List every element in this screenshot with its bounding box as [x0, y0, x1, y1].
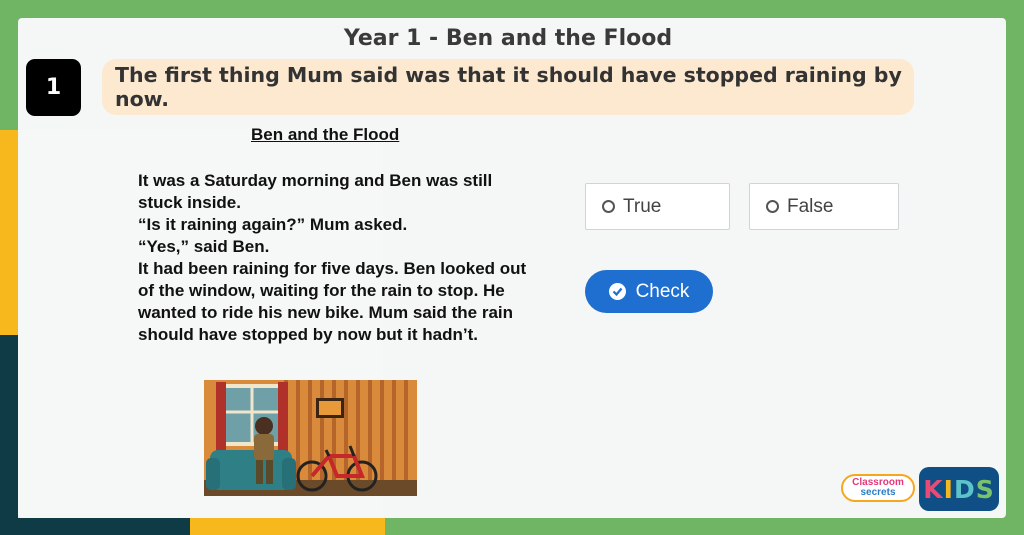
answer-false-label: False	[787, 195, 834, 217]
story-illustration	[204, 380, 417, 496]
logo-text-secrets: secrets	[860, 487, 896, 498]
story-line: It was a Saturday morning and Ben was st…	[138, 171, 493, 212]
radio-empty-icon[interactable]	[602, 200, 615, 213]
page-title: Year 1 - Ben and the Flood	[343, 26, 673, 51]
answer-false-option[interactable]: False	[749, 183, 899, 230]
check-button-label: Check	[635, 280, 690, 302]
check-button[interactable]: Check	[585, 270, 713, 313]
kids-logo-letter: K	[923, 474, 944, 504]
check-circle-icon	[608, 283, 626, 300]
question-statement: The first thing Mum said was that it sho…	[102, 59, 914, 115]
classroom-secrets-logo: Classroom secrets	[841, 474, 915, 502]
answer-true-label: True	[623, 195, 662, 217]
activity-card: Year 1 - Ben and the Flood 1 The first t…	[18, 18, 1006, 518]
question-number-badge: 1	[26, 59, 81, 116]
story-line: It had been raining for five days. Ben l…	[138, 259, 527, 344]
kids-logo-letter: S	[975, 474, 995, 504]
kids-logo: K I D S	[919, 467, 999, 511]
answer-true-option[interactable]: True	[585, 183, 730, 230]
radio-empty-icon[interactable]	[766, 200, 779, 213]
story-line: “Yes,” said Ben.	[138, 237, 270, 256]
kids-logo-letter: D	[953, 474, 976, 504]
story-text: It was a Saturday morning and Ben was st…	[138, 170, 538, 346]
story-line: “Is it raining again?” Mum asked.	[138, 215, 408, 234]
story-title: Ben and the Flood	[251, 125, 400, 144]
kids-logo-letter: I	[943, 474, 954, 504]
